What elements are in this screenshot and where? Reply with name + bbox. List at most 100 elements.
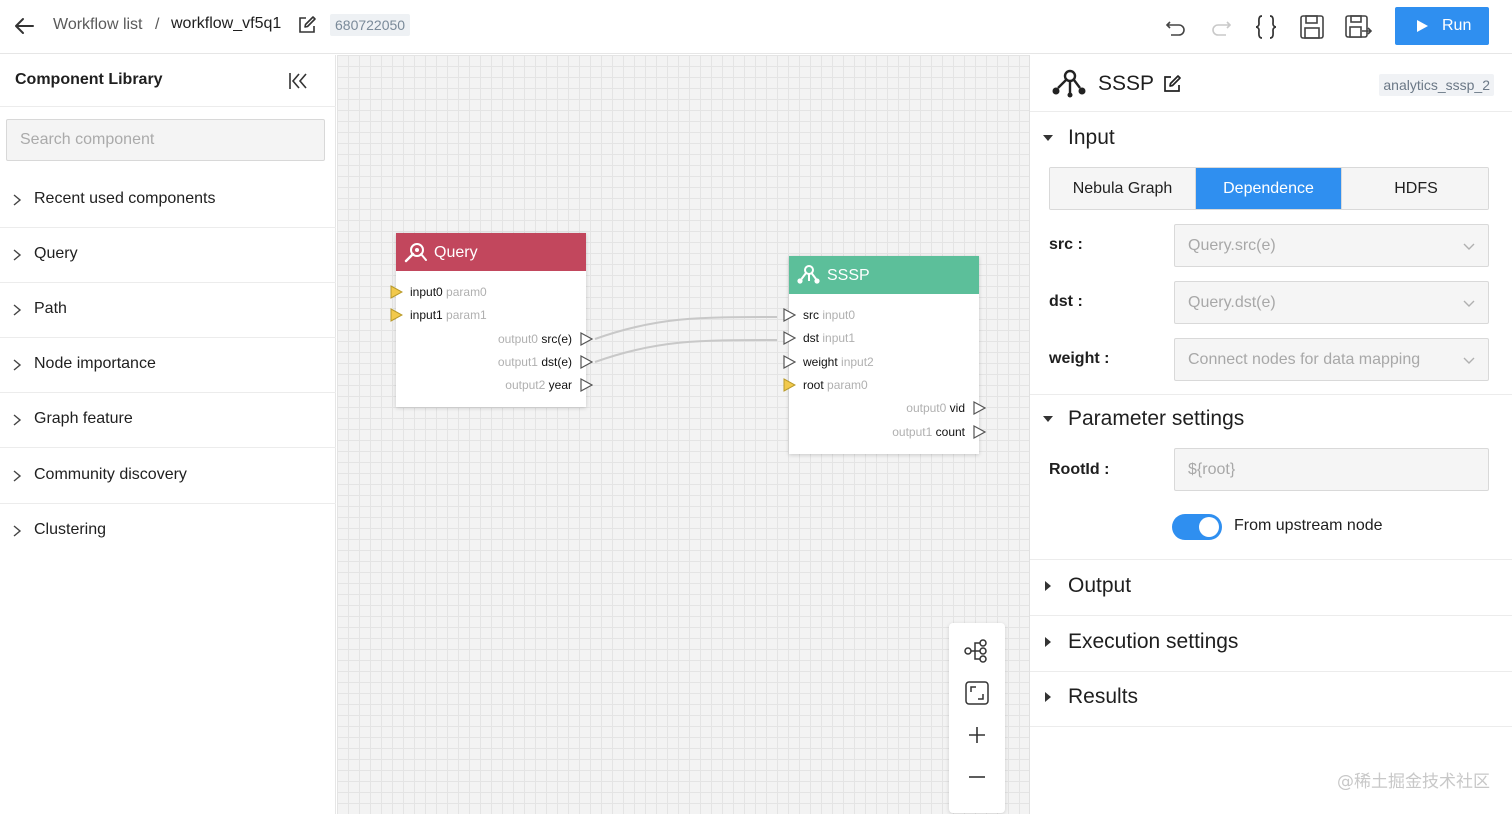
zoom-out-icon[interactable] bbox=[963, 763, 991, 791]
fit-view-icon[interactable] bbox=[963, 679, 991, 707]
collapse-panel-icon[interactable] bbox=[286, 69, 310, 93]
sssp-node-title: SSSP bbox=[827, 267, 870, 284]
dst-select[interactable]: Query.dst(e) bbox=[1174, 281, 1489, 324]
canvas-controls bbox=[949, 623, 1005, 813]
port-name: src(e) bbox=[541, 332, 572, 346]
dst-label: dst : bbox=[1049, 293, 1083, 310]
port-alias: input2 bbox=[841, 355, 874, 369]
port-alias: input0 bbox=[822, 308, 856, 322]
port-name: root bbox=[803, 378, 824, 392]
output-port-icon bbox=[580, 378, 593, 392]
port-alias: input1 bbox=[822, 331, 856, 345]
chevron-right-icon bbox=[13, 525, 22, 537]
edit-component-icon[interactable] bbox=[1161, 73, 1183, 95]
rootid-label: RootId : bbox=[1049, 461, 1110, 478]
breadcrumb-separator: / bbox=[155, 16, 160, 33]
category-path[interactable]: Path bbox=[0, 283, 336, 338]
undo-icon[interactable] bbox=[1161, 12, 1191, 42]
port-alias: output1 bbox=[497, 355, 538, 369]
weight-label: weight : bbox=[1049, 350, 1110, 367]
tab-dependence[interactable]: Dependence bbox=[1196, 168, 1342, 209]
library-divider bbox=[0, 106, 336, 107]
sssp-input-port-3[interactable]: root param0 bbox=[783, 377, 979, 393]
output-divider bbox=[1030, 615, 1512, 616]
port-name: count bbox=[935, 425, 965, 439]
library-title: Component Library bbox=[15, 71, 163, 88]
category-clustering[interactable]: Clustering bbox=[0, 504, 336, 559]
search-component-input[interactable] bbox=[6, 119, 325, 161]
chevron-right-icon bbox=[13, 249, 22, 261]
zoom-in-icon[interactable] bbox=[963, 721, 991, 749]
category-recent-used[interactable]: Recent used components bbox=[0, 173, 336, 228]
sssp-input-port-0[interactable]: src input0 bbox=[783, 307, 979, 323]
output-port-icon bbox=[973, 401, 986, 415]
redo-icon[interactable] bbox=[1206, 12, 1236, 42]
query-input-port-0[interactable]: input0 param0 bbox=[390, 284, 586, 300]
src-select-value: Query.src(e) bbox=[1188, 237, 1276, 254]
graph-path-icon bbox=[1052, 69, 1086, 98]
breadcrumb-workflow-list[interactable]: Workflow list bbox=[53, 16, 143, 34]
section-output-header[interactable]: Output bbox=[1030, 567, 1512, 607]
workflow-id-badge: 680722050 bbox=[330, 14, 411, 36]
back-arrow-icon[interactable] bbox=[10, 12, 38, 40]
caret-right-icon bbox=[1045, 692, 1051, 702]
category-community-discovery[interactable]: Community discovery bbox=[0, 449, 336, 504]
sssp-input-port-1[interactable]: dst input1 bbox=[783, 330, 979, 346]
execution-divider bbox=[1030, 671, 1512, 672]
sssp-node[interactable]: SSSP src input0 dst input1 weight input2… bbox=[783, 256, 986, 454]
query-output-port-0[interactable]: output0 src(e) bbox=[396, 331, 593, 347]
workflow-canvas[interactable]: Query input0 param0 input1 param1 output… bbox=[337, 55, 1029, 814]
src-select[interactable]: Query.src(e) bbox=[1174, 224, 1489, 267]
save-icon[interactable] bbox=[1297, 12, 1327, 42]
port-alias: output2 bbox=[505, 378, 546, 392]
watermark: @稀土掘金技术社区 bbox=[1337, 772, 1490, 792]
tab-hdfs[interactable]: HDFS bbox=[1342, 168, 1488, 209]
section-title: Parameter settings bbox=[1068, 407, 1245, 430]
section-execution-header[interactable]: Execution settings bbox=[1030, 623, 1512, 663]
category-node-importance[interactable]: Node importance bbox=[0, 338, 336, 393]
port-alias: output0 bbox=[906, 401, 947, 415]
rootid-input[interactable] bbox=[1174, 448, 1489, 491]
query-output-port-2[interactable]: output2 year bbox=[396, 377, 593, 393]
component-title: SSSP bbox=[1098, 72, 1155, 95]
workflow-name: workflow_vf5q1 bbox=[171, 15, 282, 32]
edge-src bbox=[594, 316, 778, 340]
inspector-panel: SSSP analytics_sssp_2 Input Nebula Graph… bbox=[1029, 55, 1512, 814]
dst-select-value: Query.dst(e) bbox=[1188, 294, 1276, 311]
category-label: Query bbox=[34, 245, 78, 262]
chevron-down-icon bbox=[1463, 300, 1475, 307]
section-input-header[interactable]: Input bbox=[1030, 119, 1512, 159]
caret-down-icon bbox=[1043, 135, 1053, 141]
query-output-port-1[interactable]: output1 dst(e) bbox=[396, 354, 593, 370]
chevron-right-icon bbox=[13, 470, 22, 482]
input-port-icon bbox=[783, 308, 796, 322]
weight-select[interactable]: Connect nodes for data mapping bbox=[1174, 338, 1489, 381]
section-title: Execution settings bbox=[1068, 630, 1239, 653]
query-node-title: Query bbox=[434, 244, 478, 261]
section-title: Input bbox=[1068, 126, 1115, 149]
port-alias: output0 bbox=[497, 332, 538, 346]
graph-path-icon bbox=[797, 265, 820, 284]
query-input-port-1[interactable]: input1 param1 bbox=[390, 307, 586, 323]
from-upstream-label: From upstream node bbox=[1234, 517, 1383, 534]
auto-layout-icon[interactable] bbox=[963, 637, 991, 665]
category-graph-feature[interactable]: Graph feature bbox=[0, 393, 336, 448]
save-as-icon[interactable] bbox=[1343, 12, 1373, 42]
query-node[interactable]: Query input0 param0 input1 param1 output… bbox=[390, 233, 593, 407]
run-button[interactable]: Run bbox=[1395, 7, 1489, 45]
sssp-output-port-0[interactable]: output0 vid bbox=[789, 400, 986, 416]
component-library-panel: Component Library Recent used components… bbox=[0, 55, 336, 814]
query-search-icon bbox=[404, 243, 427, 263]
section-results-header[interactable]: Results bbox=[1030, 678, 1512, 718]
section-parameter-header[interactable]: Parameter settings bbox=[1030, 400, 1512, 440]
chevron-right-icon bbox=[13, 414, 22, 426]
sssp-input-port-2[interactable]: weight input2 bbox=[783, 354, 979, 370]
sssp-output-port-1[interactable]: output1 count bbox=[789, 424, 986, 440]
chevron-down-icon bbox=[1463, 357, 1475, 364]
category-query[interactable]: Query bbox=[0, 228, 336, 283]
tab-nebula-graph[interactable]: Nebula Graph bbox=[1050, 168, 1196, 209]
play-icon bbox=[1417, 20, 1428, 32]
from-upstream-toggle[interactable] bbox=[1172, 514, 1222, 540]
code-braces-icon[interactable] bbox=[1251, 12, 1281, 42]
edit-name-icon[interactable] bbox=[296, 14, 318, 36]
